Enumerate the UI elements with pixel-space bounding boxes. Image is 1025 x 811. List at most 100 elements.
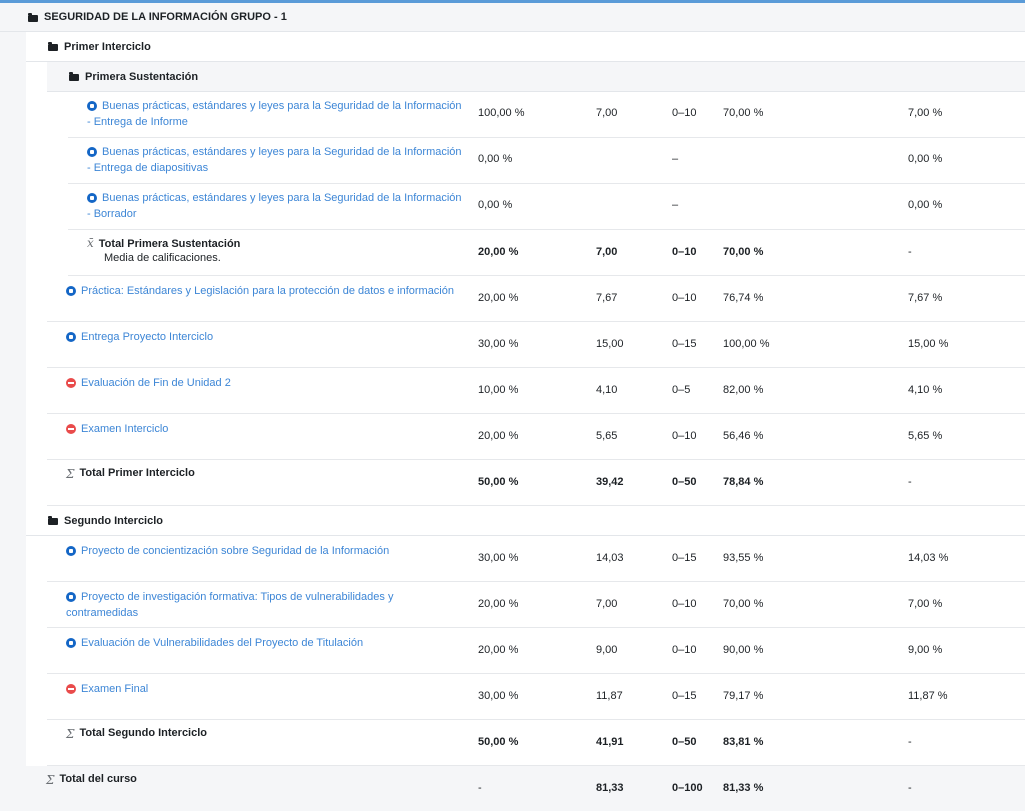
course-title: SEGURIDAD DE LA INFORMACIÓN GRUPO - 1 [44,11,287,23]
grade-item-link[interactable]: Proyecto de concientización sobre Seguri… [81,543,389,559]
percentage-cell: 79,17 % [723,690,764,702]
assignment-icon [66,546,76,556]
percentage-cell: 93,55 % [723,552,764,564]
grade-item-link[interactable]: Examen Final [81,681,148,697]
percentage-cell: 83,81 % [723,736,764,748]
range-cell: 0–100 [672,782,703,794]
grade-item-link[interactable]: Evaluación de Vulnerabilidades del Proye… [81,635,363,651]
grade-item-link[interactable]: Práctica: Estándares y Legislación para … [81,283,454,299]
contribution-cell: 0,00 % [908,153,943,165]
range-cell: 0–10 [672,598,697,610]
weight-cell: 20,00 % [478,246,519,258]
range-cell: 0–10 [672,430,697,442]
folder-icon [28,12,38,22]
grade-cell: 14,03 [596,552,624,564]
grade-cell: 7,00 [596,107,618,119]
contribution-cell: 9,00 % [908,644,943,656]
quiz-icon [66,378,76,388]
grade-cell: 39,42 [596,476,624,488]
category-total-row: x̄ Total Primera Sustentación Media de ca… [68,230,1025,276]
category-total-row: Σ Total Segundo Interciclo 50,00 % 41,91 … [47,720,1025,766]
range-cell: – [672,153,679,165]
grade-item-link[interactable]: Buenas prácticas, estándares y leyes par… [87,144,462,176]
grade-cell: 7,67 [596,292,618,304]
contribution-cell: 7,00 % [908,107,943,119]
range-cell: 0–15 [672,690,697,702]
category-title: Segundo Interciclo [64,514,164,527]
percentage-cell: 70,00 % [723,107,764,119]
range-cell: 0–10 [672,107,697,119]
range-cell: 0–15 [672,552,697,564]
total-label: Total Primer Interciclo [79,467,195,479]
contribution-cell: 4,10 % [908,384,943,396]
percentage-cell: 100,00 % [723,338,770,350]
contribution-cell: 11,87 % [908,690,948,702]
calculator-icon: x̄ [87,236,94,250]
grade-cell: 5,65 [596,430,618,442]
sigma-icon: Σ [66,727,75,741]
category-total-row: Σ Total Primer Interciclo 50,00 % 39,42 0… [47,460,1025,506]
grade-item-link[interactable]: Buenas prácticas, estándares y leyes par… [87,98,462,130]
grade-row: Proyecto de concientización sobre Seguri… [47,536,1025,582]
grade-row: Entrega Proyecto Interciclo 30,00 % 15,0… [47,322,1025,368]
contribution-cell: 14,03 % [908,552,949,564]
grade-row: Buenas prácticas, estándares y leyes par… [68,184,1025,230]
weight-cell: 50,00 % [478,476,519,488]
range-cell: 0–15 [672,338,697,350]
weight-cell: 100,00 % [478,107,525,119]
quiz-icon [66,684,76,694]
contribution-cell: 0,00 % [908,199,943,211]
contribution-cell: 15,00 % [908,338,949,350]
weight-cell: 20,00 % [478,430,519,442]
grade-row: Buenas prácticas, estándares y leyes par… [68,92,1025,138]
range-cell: 0–50 [672,736,697,748]
grade-cell: 7,00 [596,598,618,610]
weight-cell: 30,00 % [478,690,519,702]
assignment-icon [66,638,76,648]
category-title: Primer Interciclo [64,40,151,53]
weight-cell: - [478,782,482,794]
grade-item-link[interactable]: Evaluación de Fin de Unidad 2 [81,375,231,391]
weight-cell: 30,00 % [478,552,519,564]
grade-item-link[interactable]: Examen Interciclo [81,421,168,437]
percentage-cell: 56,46 % [723,430,764,442]
folder-icon [69,72,79,81]
total-label: Total del curso [59,773,137,785]
range-cell: 0–10 [672,644,697,656]
grade-item-link[interactable]: Proyecto de investigación formativa: Tip… [66,589,393,621]
percentage-cell: 76,74 % [723,292,764,304]
grade-cell: 41,91 [596,736,624,748]
range-cell: 0–10 [672,292,697,304]
assignment-icon [87,147,97,157]
grade-cell: 81,33 [596,782,624,794]
category-primera-sustentacion: Primera Sustentación [47,62,1025,92]
contribution-cell: - [908,736,912,748]
contribution-cell: 7,67 % [908,292,943,304]
grade-item-link[interactable]: Buenas prácticas, estándares y leyes par… [87,190,462,222]
folder-icon [48,42,58,51]
grade-row: Buenas prácticas, estándares y leyes par… [68,138,1025,184]
grade-item-link[interactable]: Entrega Proyecto Interciclo [81,329,213,345]
weight-cell: 30,00 % [478,338,519,350]
grade-cell: 15,00 [596,338,624,350]
contribution-cell: 5,65 % [908,430,943,442]
weight-cell: 20,00 % [478,644,519,656]
assignment-icon [66,286,76,296]
weight-cell: 20,00 % [478,598,519,610]
assignment-icon [66,332,76,342]
range-cell: – [672,199,679,211]
sigma-icon: Σ [66,467,75,481]
course-category-row: SEGURIDAD DE LA INFORMACIÓN GRUPO - 1 [0,3,1025,32]
grade-cell: 9,00 [596,644,618,656]
assignment-icon [87,101,97,111]
category-segundo-interciclo: Segundo Interciclo [26,506,1025,536]
grade-cell: 4,10 [596,384,618,396]
percentage-cell: 81,33 % [723,782,764,794]
weight-cell: 50,00 % [478,736,519,748]
aggregation-note: Media de calificaciones. [104,252,221,264]
category-primer-interciclo: Primer Interciclo [26,32,1025,62]
folder-icon [48,516,58,525]
contribution-cell: - [908,246,912,258]
grade-cell: 11,87 [596,690,623,702]
total-label: Total Segundo Interciclo [79,727,208,739]
